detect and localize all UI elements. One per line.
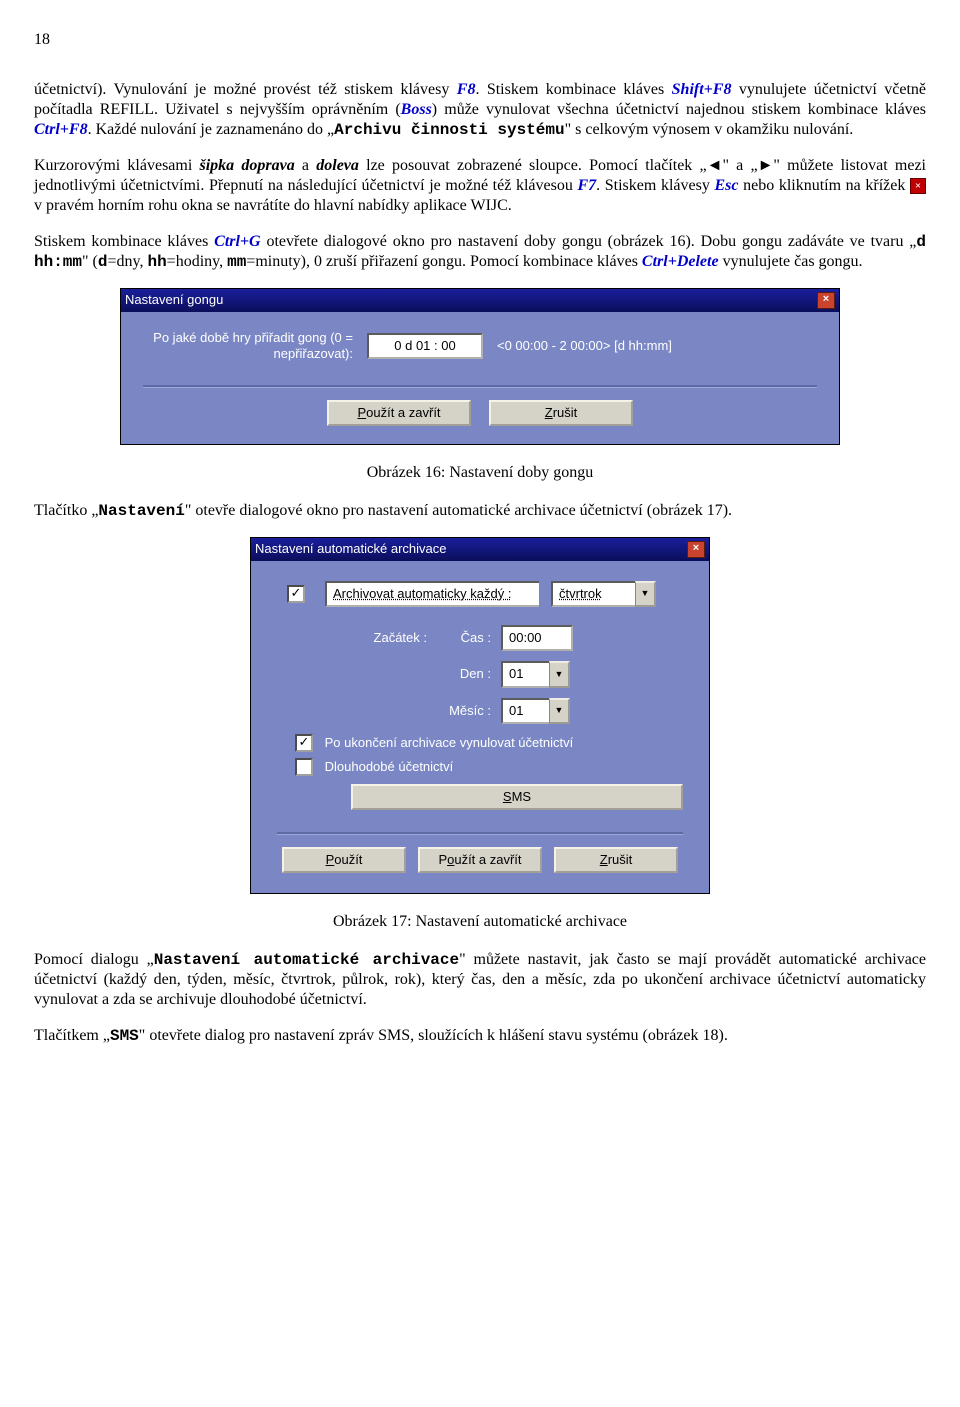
separator: [277, 832, 683, 835]
gong-interval-hint: <0 00:00 - 2 00:00> [d hh:mm]: [497, 338, 672, 354]
text: " s celkovým výnosem v okamžiku nulování…: [565, 121, 854, 138]
format-hh: hh: [147, 253, 166, 271]
role-boss: Boss: [401, 101, 432, 118]
key-arrow-right: šipka doprava: [200, 157, 295, 174]
text: účetnictví). Vynulování je možné provést…: [34, 81, 457, 98]
chevron-down-icon[interactable]: ▼: [549, 698, 570, 724]
paragraph-3: Stiskem kombinace kláves Ctrl+G otevřete…: [34, 232, 926, 272]
dialog-auto-archive-settings: Nastavení automatické archivace × ✓ Arch…: [250, 537, 710, 895]
archive-name: Archivu činnosti systému: [334, 121, 564, 139]
dialog-titlebar[interactable]: Nastavení automatické archivace ×: [251, 538, 709, 561]
day-label: Den :: [441, 666, 501, 682]
dialog-title: Nastavení automatické archivace: [255, 541, 446, 557]
text: Kurzorovými klávesami: [34, 157, 200, 174]
page-number: 18: [34, 30, 926, 50]
paragraph-4: Tlačítko „Nastavení" otevře dialogové ok…: [34, 501, 926, 521]
auto-archive-checkbox[interactable]: ✓: [287, 585, 305, 603]
close-button[interactable]: ×: [817, 292, 835, 309]
month-label: Měsíc :: [441, 703, 501, 719]
figure-17-caption: Obrázek 17: Nastavení automatické archiv…: [34, 912, 926, 932]
chevron-down-icon[interactable]: ▼: [635, 581, 656, 607]
text: . Každé nulování je zaznamenáno do „: [88, 121, 335, 138]
sms-button-name: SMS: [110, 1027, 139, 1045]
key-shift-f8: Shift+F8: [672, 81, 732, 98]
text: =dny,: [107, 253, 147, 270]
text: " otevře dialogové okno pro nastavení au…: [185, 502, 732, 519]
separator: [143, 385, 817, 388]
cancel-button[interactable]: Zrušit: [554, 847, 678, 873]
btn-label: rušit: [553, 405, 578, 420]
start-label: Začátek :: [277, 630, 441, 646]
sms-button[interactable]: SMS: [351, 784, 683, 810]
text: =minuty), 0 zruší přiřazení gongu. Pomoc…: [246, 253, 642, 270]
btn-label: oužít a zavřít: [366, 405, 440, 420]
dialog-titlebar[interactable]: Nastavení gongu ×: [121, 289, 839, 312]
auto-archive-label-field[interactable]: Archivovat automaticky každý :: [325, 581, 539, 607]
settings-button-name: Nastavení: [98, 502, 184, 520]
text: Tlačítko „: [34, 502, 98, 519]
reset-after-archive-label: Po ukončení archivace vynulovat účetnict…: [325, 735, 574, 750]
text: . Stiskem kombinace kláves: [475, 81, 671, 98]
figure-16-caption: Obrázek 16: Nastavení doby gongu: [34, 463, 926, 483]
text: nebo kliknutím na křížek: [738, 177, 910, 194]
apply-and-close-button[interactable]: Použít a zavřít: [327, 400, 471, 426]
paragraph-5: Pomocí dialogu „Nastavení automatické ar…: [34, 950, 926, 1010]
close-icon: ×: [910, 178, 926, 194]
paragraph-6: Tlačítkem „SMS" otevřete dialog pro nast…: [34, 1026, 926, 1046]
key-esc: Esc: [714, 177, 738, 194]
long-term-accounting-label: Dlouhodobé účetnictví: [325, 759, 454, 774]
gong-interval-label: Po jaké době hry přiřadit gong (0 = nepř…: [143, 330, 353, 363]
key-f7: F7: [577, 177, 596, 194]
text: " (: [82, 253, 98, 270]
dialog-name-auto-archive: Nastavení automatické archivace: [154, 951, 459, 969]
long-term-accounting-checkbox[interactable]: [295, 758, 313, 776]
month-select[interactable]: 01: [501, 698, 549, 724]
key-ctrl-f8: Ctrl+F8: [34, 121, 88, 138]
paragraph-2: Kurzorovými klávesami šipka doprava a do…: [34, 156, 926, 216]
time-label: Čas :: [441, 630, 501, 646]
key-arrow-left: doleva: [316, 157, 359, 174]
period-select[interactable]: čtvrtrok: [551, 581, 635, 607]
reset-after-archive-checkbox[interactable]: ✓: [295, 734, 313, 752]
time-input[interactable]: 00:00: [501, 625, 573, 651]
text: =hodiny,: [167, 253, 227, 270]
text: " otevřete dialog pro nastavení zpráv SM…: [139, 1027, 728, 1044]
text: Pomocí dialogu „: [34, 951, 154, 968]
text: Stiskem kombinace kláves: [34, 233, 214, 250]
text: ) může vynulovat všechna účetnictví naje…: [432, 101, 926, 118]
gong-interval-input[interactable]: 0 d 01 : 00: [367, 333, 483, 359]
text: v pravém horním rohu okna se navrátíte d…: [34, 197, 512, 214]
text: otevřete dialogové okno pro nastavení do…: [261, 233, 917, 250]
dialog-title: Nastavení gongu: [125, 292, 223, 308]
text: a: [295, 157, 317, 174]
close-button[interactable]: ×: [687, 541, 705, 558]
key-f8: F8: [457, 81, 476, 98]
format-mm: mm: [227, 253, 246, 271]
cancel-button[interactable]: Zrušit: [489, 400, 633, 426]
text: . Stiskem klávesy: [596, 177, 714, 194]
text: vynulujete čas gongu.: [719, 253, 863, 270]
key-ctrl-g: Ctrl+G: [214, 233, 260, 250]
apply-and-close-button[interactable]: Použít a zavřít: [418, 847, 542, 873]
dialog-gong-settings: Nastavení gongu × Po jaké době hry přiřa…: [120, 288, 840, 445]
key-ctrl-delete: Ctrl+Delete: [642, 253, 719, 270]
chevron-down-icon[interactable]: ▼: [549, 661, 570, 687]
apply-button[interactable]: Použít: [282, 847, 406, 873]
text: Tlačítkem „: [34, 1027, 110, 1044]
paragraph-1: účetnictví). Vynulování je možné provést…: [34, 80, 926, 140]
day-select[interactable]: 01: [501, 661, 549, 687]
